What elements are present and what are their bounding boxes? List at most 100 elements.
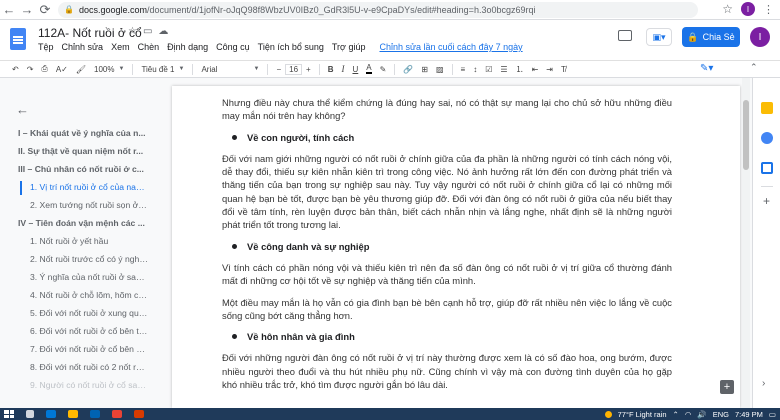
decrease-indent-icon[interactable]: ⇤ [532,65,539,74]
keep-icon[interactable] [761,102,773,114]
outline-item-active[interactable]: 1. Vị trí nốt ruồi ở cổ của nam gi... [30,182,148,192]
browser-profile-avatar[interactable]: I [741,2,755,16]
tray-arrow-icon[interactable]: ⌃ [673,410,679,419]
paragraph[interactable]: Đối với những người đàn ông có nốt ruồi … [222,351,672,391]
insert-image-icon[interactable]: ▨ [436,65,444,74]
last-edit-link[interactable]: Chỉnh sửa lần cuối cách đây 7 ngày [379,42,522,52]
volume-icon[interactable]: 🔊 [697,410,706,419]
style-select[interactable]: Tiêu đề 1 ▼ [141,65,184,74]
font-size-field[interactable]: 16 [285,63,303,75]
bulleted-list-icon[interactable]: ☰ [500,65,507,74]
reload-icon[interactable]: ⟳ [36,1,54,19]
add-comment-icon[interactable]: ⊞ [421,65,428,74]
outline-item[interactable]: II. Sự thật về quan niệm nốt r... [18,146,148,156]
paragraph[interactable]: Nhưng điều này chưa thể kiểm chứng là đú… [222,96,672,123]
menu-addons[interactable]: Tiện ích bổ sung [258,42,324,52]
zoom-select[interactable]: 100% ▼ [94,65,124,74]
add-addon-icon[interactable]: + [763,194,770,208]
wifi-icon[interactable]: ◠ [685,410,692,419]
menu-insert[interactable]: Chèn [138,42,160,52]
calendar-icon[interactable] [761,162,773,174]
outline-item[interactable]: 9. Người có nốt ruồi ở cổ sau tai... [30,380,148,390]
outline-item[interactable]: IV – Tiên đoán vận mệnh các ... [18,218,148,228]
document-body[interactable]: Nhưng điều này chưa thể kiểm chứng là đú… [222,96,672,399]
forward-icon[interactable]: → [18,1,36,19]
star-icon[interactable]: ☆ [128,26,137,37]
outline-item[interactable]: 3. Ý nghĩa của nốt ruồi ở sau cổ? [30,272,148,282]
undo-icon[interactable]: ↶ [12,65,19,74]
outline-item[interactable]: 4. Nốt ruồi ở chỗ lõm, hõm cổ là... [30,290,148,300]
increase-indent-icon[interactable]: ⇥ [546,65,553,74]
outline-item[interactable]: 6. Đối với nốt ruồi ở cổ bên trái [30,326,148,336]
collapse-menus-icon[interactable]: ⌃ [750,62,758,73]
outline-item[interactable]: III – Chủ nhân có nốt ruồi ở c... [18,164,148,174]
menu-file[interactable]: Tệp [38,42,54,52]
menu-help[interactable]: Trợ giúp [332,42,366,52]
language-indicator[interactable]: ENG [713,410,729,419]
tasks-icon[interactable] [761,132,773,144]
weather-icon[interactable] [604,410,612,418]
move-folder-icon[interactable]: ▭ [143,26,152,37]
print-icon[interactable]: ⎙ [41,64,47,74]
bullet-heading[interactable]: Về hôn nhân và gia đình [232,330,672,343]
increase-font-icon[interactable]: + [306,65,311,74]
document-page[interactable]: Nhưng điều này chưa thể kiểm chứng là đú… [172,86,740,408]
search-icon[interactable] [26,410,34,418]
numbered-list-icon[interactable]: ⒈ [516,64,524,75]
browser-menu-icon[interactable]: ⋮ [763,3,774,16]
back-icon[interactable]: ← [0,1,18,19]
bookmark-star-icon[interactable]: ☆ [722,2,733,16]
url-field[interactable]: 🔒 docs.google.com/document/d/1jofNr-oJqQ… [58,1,698,18]
outline-item[interactable]: 2. Nốt ruồi trước cổ có ý nghĩa g... [30,254,148,264]
paragraph[interactable]: Vì tính cách có phần nóng vội và thiếu k… [222,261,672,288]
present-button[interactable]: ▣▾ [646,28,672,46]
windows-start-icon[interactable] [4,410,14,418]
outline-item[interactable]: I – Khái quát về ý nghĩa của n... [18,128,148,138]
user-avatar[interactable]: I [750,27,770,47]
spellcheck-icon[interactable]: A✓ [56,65,68,74]
edge-icon[interactable] [46,410,56,418]
docs-logo-icon[interactable] [10,28,26,50]
explore-icon[interactable]: + [720,380,734,394]
app-icon[interactable] [134,410,144,418]
underline-icon[interactable]: U [352,65,358,74]
menu-tools[interactable]: Công cụ [216,42,250,52]
share-button[interactable]: 🔒 Chia Sẻ [682,27,740,47]
file-explorer-icon[interactable] [68,410,78,418]
highlight-icon[interactable]: ✎ [380,65,387,74]
clock[interactable]: 7:49 PM [735,410,763,419]
store-icon[interactable] [90,410,100,418]
align-icon[interactable]: ≡ [461,65,466,74]
redo-icon[interactable]: ↷ [27,65,34,74]
outline-item[interactable]: 8. Đối với nốt ruồi có 2 nốt ruồi so... [30,362,148,372]
outline-item[interactable]: 1. Nốt ruồi ở yết hầu [30,236,148,246]
link-icon[interactable]: 🔗 [403,65,413,74]
editing-mode-icon[interactable]: ✎▾ [700,63,713,74]
scrollbar-thumb[interactable] [743,100,749,170]
line-spacing-icon[interactable]: ↕ [473,65,477,74]
outline-item[interactable]: 5. Đối với nốt ruồi ở xung quanh... [30,308,148,318]
back-arrow-icon[interactable]: ← [16,102,29,117]
checklist-icon[interactable]: ☑ [485,65,492,74]
paint-format-icon[interactable]: 🖌 [76,65,86,74]
menu-view[interactable]: Xem [111,42,130,52]
comment-history-icon[interactable] [618,30,632,41]
expand-panel-icon[interactable]: › [762,378,765,389]
bullet-heading[interactable]: Về công danh và sự nghiệp [232,240,672,253]
paragraph[interactable]: Đối với nam giới những người có nốt ruồi… [222,152,672,232]
font-select[interactable]: Arial ▼ [201,65,259,74]
weather-text[interactable]: 77°F Light rain [618,410,667,419]
notification-icon[interactable]: ▭ [769,410,776,419]
chrome-icon[interactable] [112,410,122,418]
bold-icon[interactable]: B [328,65,334,74]
paragraph[interactable]: Một điều may mắn là họ vẫn có gia đình b… [222,296,672,323]
cloud-status-icon[interactable]: ☁ [158,26,168,37]
decrease-font-icon[interactable]: − [276,65,281,74]
text-color-icon[interactable]: A [366,64,372,74]
bullet-heading[interactable]: Về con người, tính cách [232,131,672,144]
document-title[interactable]: 112A- Nốt ruồi ở cổ [38,26,142,40]
clear-formatting-icon[interactable]: T̸ [561,65,566,74]
outline-item[interactable]: 7. Đối với nốt ruồi ở cổ bên phải... [30,344,148,354]
italic-icon[interactable]: I [341,64,344,74]
outline-item[interactable]: 2. Xem tướng nốt ruồi sọn ở cổ ... [30,200,148,210]
